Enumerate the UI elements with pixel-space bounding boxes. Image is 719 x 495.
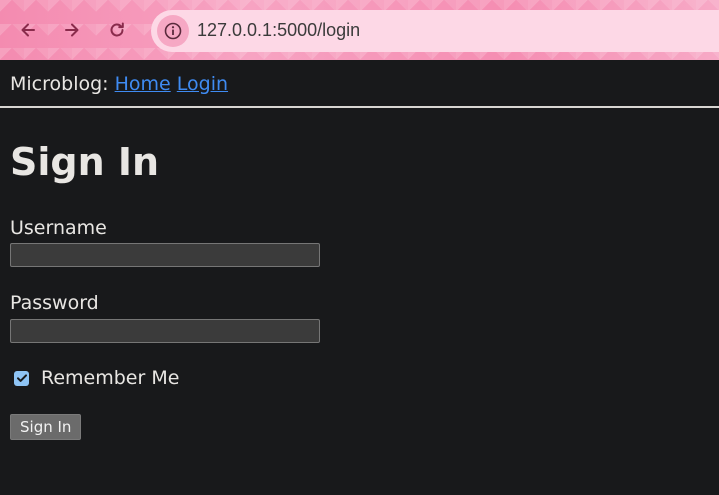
password-label: Password <box>10 292 99 314</box>
remember-me-row: Remember Me <box>14 366 179 390</box>
reload-icon[interactable] <box>105 18 129 42</box>
page-title: Sign In <box>10 140 160 184</box>
info-icon[interactable] <box>157 15 189 47</box>
back-arrow-icon[interactable] <box>16 18 40 42</box>
remember-me-checkbox[interactable] <box>14 370 29 386</box>
page-body: Microblog: Home Login Sign In Username P… <box>0 60 719 495</box>
browser-toolbar: 127.0.0.1:5000/login <box>0 0 719 60</box>
forward-arrow-icon[interactable] <box>60 18 84 42</box>
address-bar[interactable]: 127.0.0.1:5000/login <box>151 10 719 52</box>
url-text[interactable]: 127.0.0.1:5000/login <box>197 20 360 41</box>
username-label: Username <box>10 217 107 239</box>
nav-link-home[interactable]: Home <box>115 73 171 95</box>
checkmark-icon <box>16 374 27 382</box>
username-input[interactable] <box>10 243 320 267</box>
nav-divider <box>0 106 719 108</box>
remember-me-label[interactable]: Remember Me <box>41 366 179 390</box>
password-input[interactable] <box>10 319 320 343</box>
nav-link-login[interactable]: Login <box>177 73 228 95</box>
sign-in-button[interactable]: Sign In <box>10 414 82 440</box>
site-nav: Microblog: Home Login <box>10 72 228 96</box>
brand-label: Microblog: <box>10 73 109 95</box>
